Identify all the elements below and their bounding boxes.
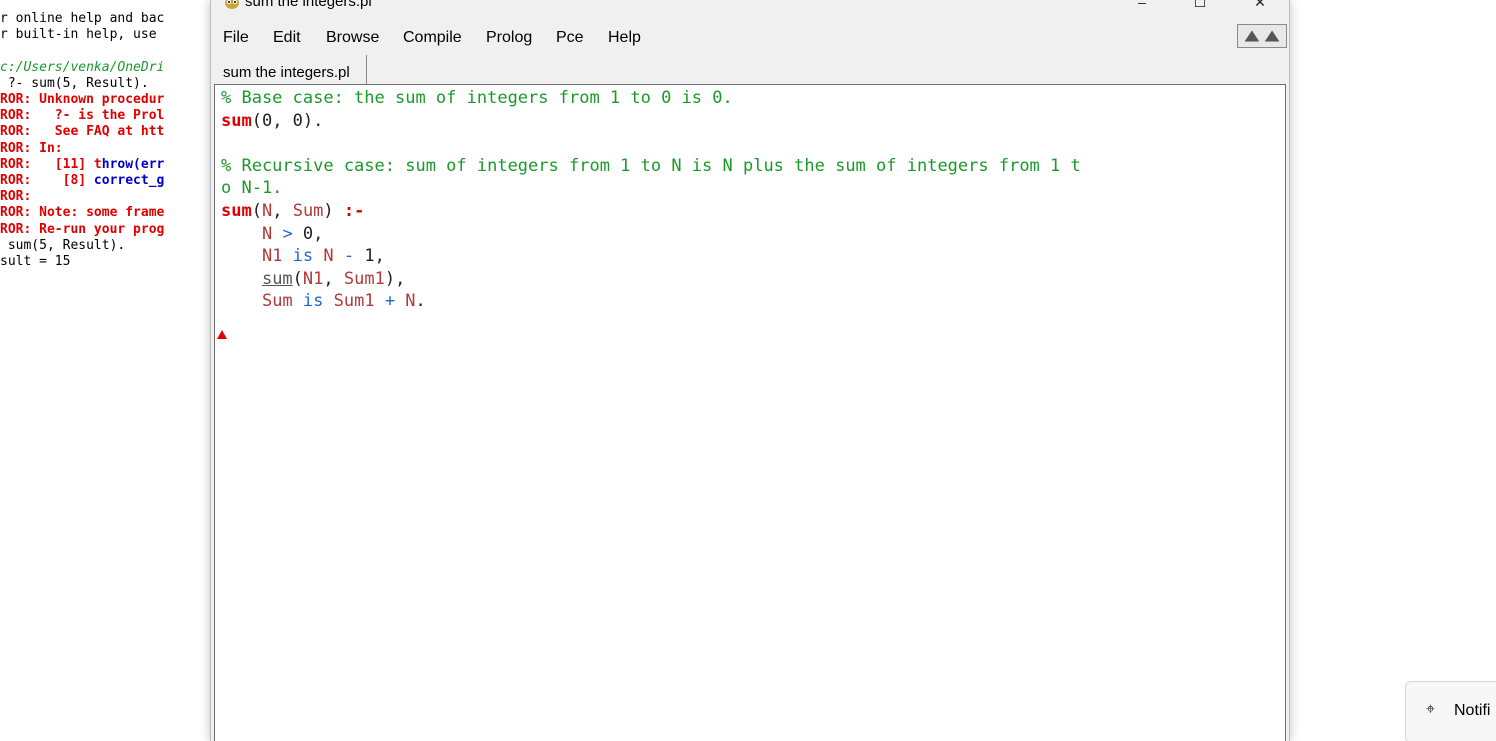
- code-token: (: [251, 201, 262, 221]
- code-token: ): [323, 201, 344, 221]
- code-token: ,: [323, 268, 344, 289]
- code-line: sum(N, Sum) :-: [221, 201, 364, 221]
- console-line: c:/Users/venka/OneDri: [0, 59, 165, 75]
- menu-pce[interactable]: Pce: [556, 29, 584, 47]
- notification-toast[interactable]: ⌖ Notifi: [1405, 681, 1496, 741]
- back-forward-arrows-icon[interactable]: [1237, 24, 1287, 48]
- console-line: ROR:: [0, 189, 32, 205]
- console-line: sum(5, Result).: [0, 237, 126, 253]
- console-line-prefix: ROR: [8]: [0, 173, 94, 188]
- console-line: ROR: [11] throw(err: [0, 157, 164, 173]
- code-token: 1,: [364, 246, 385, 267]
- code-token: :-: [343, 201, 365, 221]
- code-token: is: [282, 246, 324, 267]
- caret-marker-icon: [217, 330, 227, 339]
- code-token: .: [415, 291, 426, 312]
- code-token: N: [261, 223, 273, 244]
- console-line: ROR: [8] correct_g: [0, 173, 164, 189]
- console-line-goal: correct_g: [93, 173, 165, 188]
- console-line: r online help and bac: [0, 11, 165, 26]
- menu-edit[interactable]: Edit: [273, 29, 301, 47]
- notification-pin-icon: ⌖: [1426, 701, 1436, 718]
- background-console: r online help and bac r built-in help, us…: [0, 0, 212, 741]
- code-line: N1 is N - 1,: [221, 246, 385, 266]
- code-token: sum: [221, 201, 252, 221]
- code-line: Sum is Sum1 + N.: [221, 291, 426, 311]
- code-token: 0,: [302, 223, 324, 244]
- window-title: sum the integers.pl: [245, 0, 372, 10]
- code-token: o N-1.: [221, 178, 283, 199]
- title-bar[interactable]: sum the integers.pl – ☐ ✕: [211, 0, 1289, 22]
- code-line: sum(N1, Sum1),: [221, 269, 405, 289]
- close-button[interactable]: ✕: [1237, 0, 1283, 14]
- menu-help[interactable]: Help: [608, 29, 641, 47]
- console-line: r built-in help, use: [0, 27, 157, 43]
- menu-prolog[interactable]: Prolog: [486, 29, 532, 47]
- code-token: Sum1: [333, 291, 375, 312]
- code-token: % Recursive case: sum of integers from 1…: [221, 155, 1081, 176]
- code-line: % Base case: the sum of integers from 1 …: [221, 88, 733, 108]
- code-editor[interactable]: % Base case: the sum of integers from 1 …: [214, 84, 1286, 741]
- code-line: o N-1.: [221, 178, 282, 198]
- code-line: sum(0, 0).: [221, 111, 323, 131]
- tab-sum-the-integers[interactable]: sum the integers.pl: [215, 55, 367, 85]
- maximize-button[interactable]: ☐: [1177, 0, 1223, 14]
- code-token: ),: [384, 268, 406, 289]
- menu-compile[interactable]: Compile: [403, 29, 462, 47]
- console-line: ROR: Note: some frame: [0, 205, 165, 221]
- console-line-prefix: ROR: [11] t: [0, 156, 102, 172]
- code-token: N1: [302, 268, 324, 289]
- code-token: N1: [261, 246, 283, 267]
- code-token: -: [333, 246, 365, 267]
- editor-window: sum the integers.pl – ☐ ✕ File Edit Brow…: [210, 0, 1290, 741]
- code-line: N > 0,: [221, 224, 323, 244]
- swi-prolog-owl-icon: [225, 0, 239, 9]
- code-token: >: [272, 223, 303, 244]
- console-line: ROR: Re-run your prog: [0, 221, 165, 237]
- minimize-button[interactable]: –: [1119, 0, 1165, 14]
- code-token: sum: [261, 268, 293, 289]
- console-line: ROR: ?- is the Prol: [0, 108, 165, 124]
- code-token: N: [323, 246, 334, 267]
- code-token: sum: [221, 110, 252, 131]
- code-token: (0, 0).: [251, 110, 324, 131]
- console-line: sult = 15: [0, 254, 71, 269]
- menu-bar: File Edit Browse Compile Prolog Pce Help: [211, 26, 1289, 52]
- code-token: +: [374, 291, 406, 312]
- console-line: ROR: See FAQ at htt: [0, 124, 165, 140]
- code-token: N: [405, 291, 416, 312]
- console-line: ROR: Unknown procedur: [0, 92, 165, 107]
- menu-file[interactable]: File: [223, 29, 249, 47]
- menu-browse[interactable]: Browse: [326, 29, 379, 47]
- code-token: is: [292, 291, 334, 312]
- code-token: ,: [272, 201, 293, 221]
- code-line: % Recursive case: sum of integers from 1…: [221, 156, 1081, 176]
- console-line: ROR: In:: [0, 140, 63, 156]
- code-token: Sum: [261, 291, 293, 312]
- code-token: % Base case: the sum of integers from 1 …: [221, 88, 733, 108]
- code-token: Sum: [292, 201, 324, 221]
- console-line: ?- sum(5, Result).: [0, 75, 149, 91]
- console-line-goal: hrow(err: [101, 156, 165, 172]
- notification-label: Notifi: [1454, 702, 1491, 719]
- code-token: N: [261, 201, 273, 221]
- code-token: Sum1: [343, 268, 385, 289]
- code-token: (: [292, 268, 303, 289]
